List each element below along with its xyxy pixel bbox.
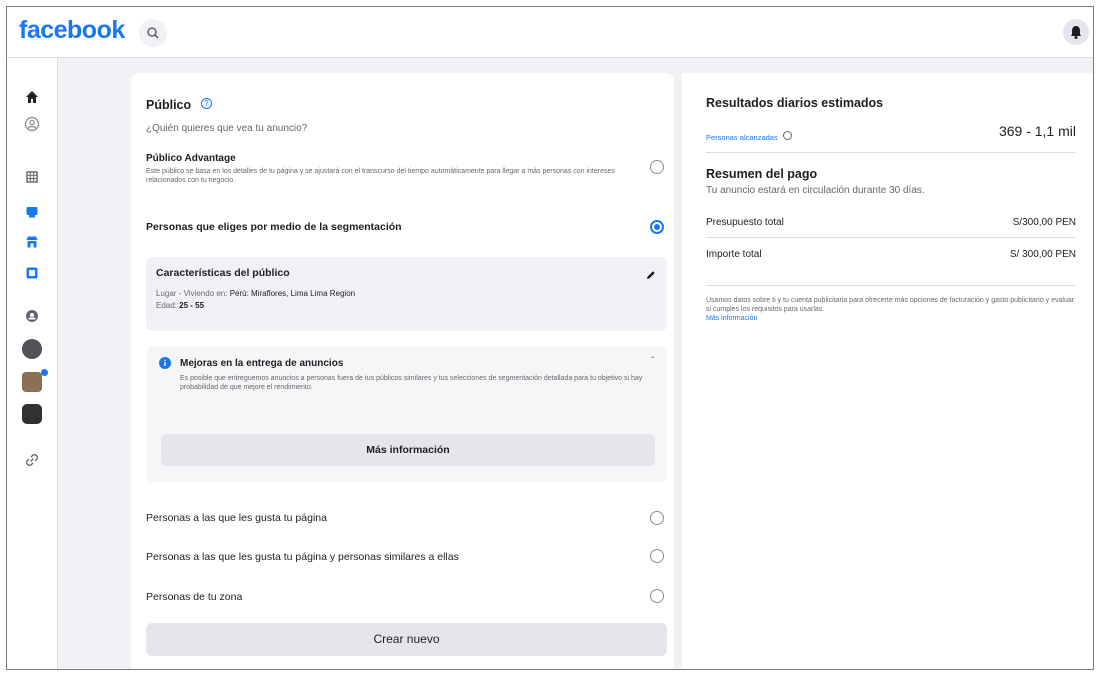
option-page-likes-radio[interactable] — [650, 511, 664, 525]
chevron-up-icon: ˆ — [651, 356, 655, 367]
search-button[interactable] — [139, 19, 167, 47]
pages-icon — [26, 267, 38, 279]
results-title: Resultados diarios estimados — [706, 96, 884, 110]
top-bar: facebook — [7, 7, 1093, 58]
reach-value: 369 - 1,1 mil — [998, 123, 1076, 139]
audience-card: Público ? ¿Quién quieres que vea tu anun… — [131, 73, 674, 669]
age-prefix: Edad: — [156, 301, 177, 310]
payment-title: Resumen del pago — [706, 167, 818, 181]
groups-icon — [26, 310, 38, 322]
notification-dot — [41, 369, 48, 376]
pencil-icon — [647, 271, 655, 279]
help-icon[interactable]: ? — [201, 98, 212, 109]
advantage-radio[interactable] — [650, 160, 664, 174]
info-icon — [159, 357, 171, 369]
total-label: Importe total — [706, 249, 762, 260]
segmentation-label: Personas que eliges por medio de la segm… — [146, 221, 402, 233]
billing-note: Usamos datos sobre ti y tu cuenta public… — [706, 297, 1075, 313]
search-icon — [147, 27, 159, 39]
avatar[interactable] — [22, 372, 42, 392]
segmentation-radio[interactable] — [650, 220, 664, 234]
delivery-description: Es posible que entreguemos anuncios a pe… — [180, 375, 643, 391]
audience-characteristics: Características del público Lugar - Vivi… — [146, 257, 667, 331]
avatar[interactable] — [22, 339, 42, 359]
advantage-label: Público Advantage — [146, 153, 236, 164]
delivery-title: Mejoras en la entrega de anuncios — [180, 358, 344, 369]
sidebar-item-pages[interactable] — [21, 262, 43, 284]
sidebar-item-link[interactable] — [21, 449, 43, 471]
location-value: Perú: Miraflores, Lima Lima Region — [229, 289, 356, 298]
reach-label: Personas alcanzadas — [706, 133, 778, 142]
facebook-logo[interactable]: facebook — [19, 16, 125, 45]
section-title: Público — [146, 98, 192, 112]
sidebar-item-ads[interactable] — [21, 201, 43, 223]
bell-icon — [1071, 26, 1081, 39]
option-page-likes-similar-label: Personas a las que les gusta tu página y… — [146, 551, 459, 563]
option-page-likes-similar-radio[interactable] — [650, 549, 664, 563]
avatar[interactable] — [22, 404, 42, 424]
option-local-label: Personas de tu zona — [146, 591, 243, 603]
advantage-description: Este público se basa en los detalles de … — [146, 168, 615, 184]
notifications-button[interactable] — [1063, 19, 1089, 45]
sidebar-item-grid[interactable] — [21, 166, 43, 188]
link-icon — [26, 454, 38, 466]
edit-button[interactable] — [646, 267, 656, 285]
billing-more-info-link[interactable]: Más información — [706, 314, 757, 323]
budget-label: Presupuesto total — [706, 217, 784, 228]
location-prefix: Lugar - Viviendo en: — [156, 289, 228, 298]
sidebar-item-shop[interactable] — [21, 231, 43, 253]
more-info-button[interactable]: Más información — [161, 434, 655, 466]
create-new-button[interactable]: Crear nuevo — [146, 623, 667, 656]
characteristics-title: Características del público — [156, 267, 290, 279]
sidebar-item-home[interactable] — [21, 86, 43, 108]
grid-icon — [26, 171, 38, 183]
option-local-radio[interactable] — [650, 589, 664, 603]
audience-question: ¿Quién quieres que vea tu anuncio? — [146, 123, 308, 134]
app-window: facebook Público ? ¿Quién quieres que ve… — [6, 6, 1094, 670]
profile-icon — [24, 116, 40, 132]
sidebar-item-groups[interactable] — [21, 305, 43, 327]
delivery-improvements-box: Mejoras en la entrega de anuncios ˆ Es p… — [146, 346, 667, 482]
option-page-likes-label: Personas a las que les gusta tu página — [146, 512, 327, 524]
collapse-button[interactable]: ˆ — [651, 356, 654, 367]
age-value: 25 - 55 — [179, 301, 205, 310]
divider — [706, 152, 1076, 153]
ads-icon — [26, 207, 38, 218]
payment-subtitle: Tu anuncio estará en circulación durante… — [706, 185, 925, 196]
info-icon — [782, 131, 792, 140]
summary-panel: Resultados diarios estimados Personas al… — [682, 73, 1093, 669]
budget-value: S/300,00 PEN — [1012, 217, 1076, 228]
shop-icon — [26, 236, 38, 248]
home-icon — [26, 91, 38, 103]
total-value: S/ 300,00 PEN — [1009, 249, 1076, 260]
sidebar-item-profile[interactable] — [21, 113, 43, 135]
left-sidebar — [7, 58, 58, 669]
divider — [706, 285, 1076, 286]
divider — [706, 237, 1076, 238]
